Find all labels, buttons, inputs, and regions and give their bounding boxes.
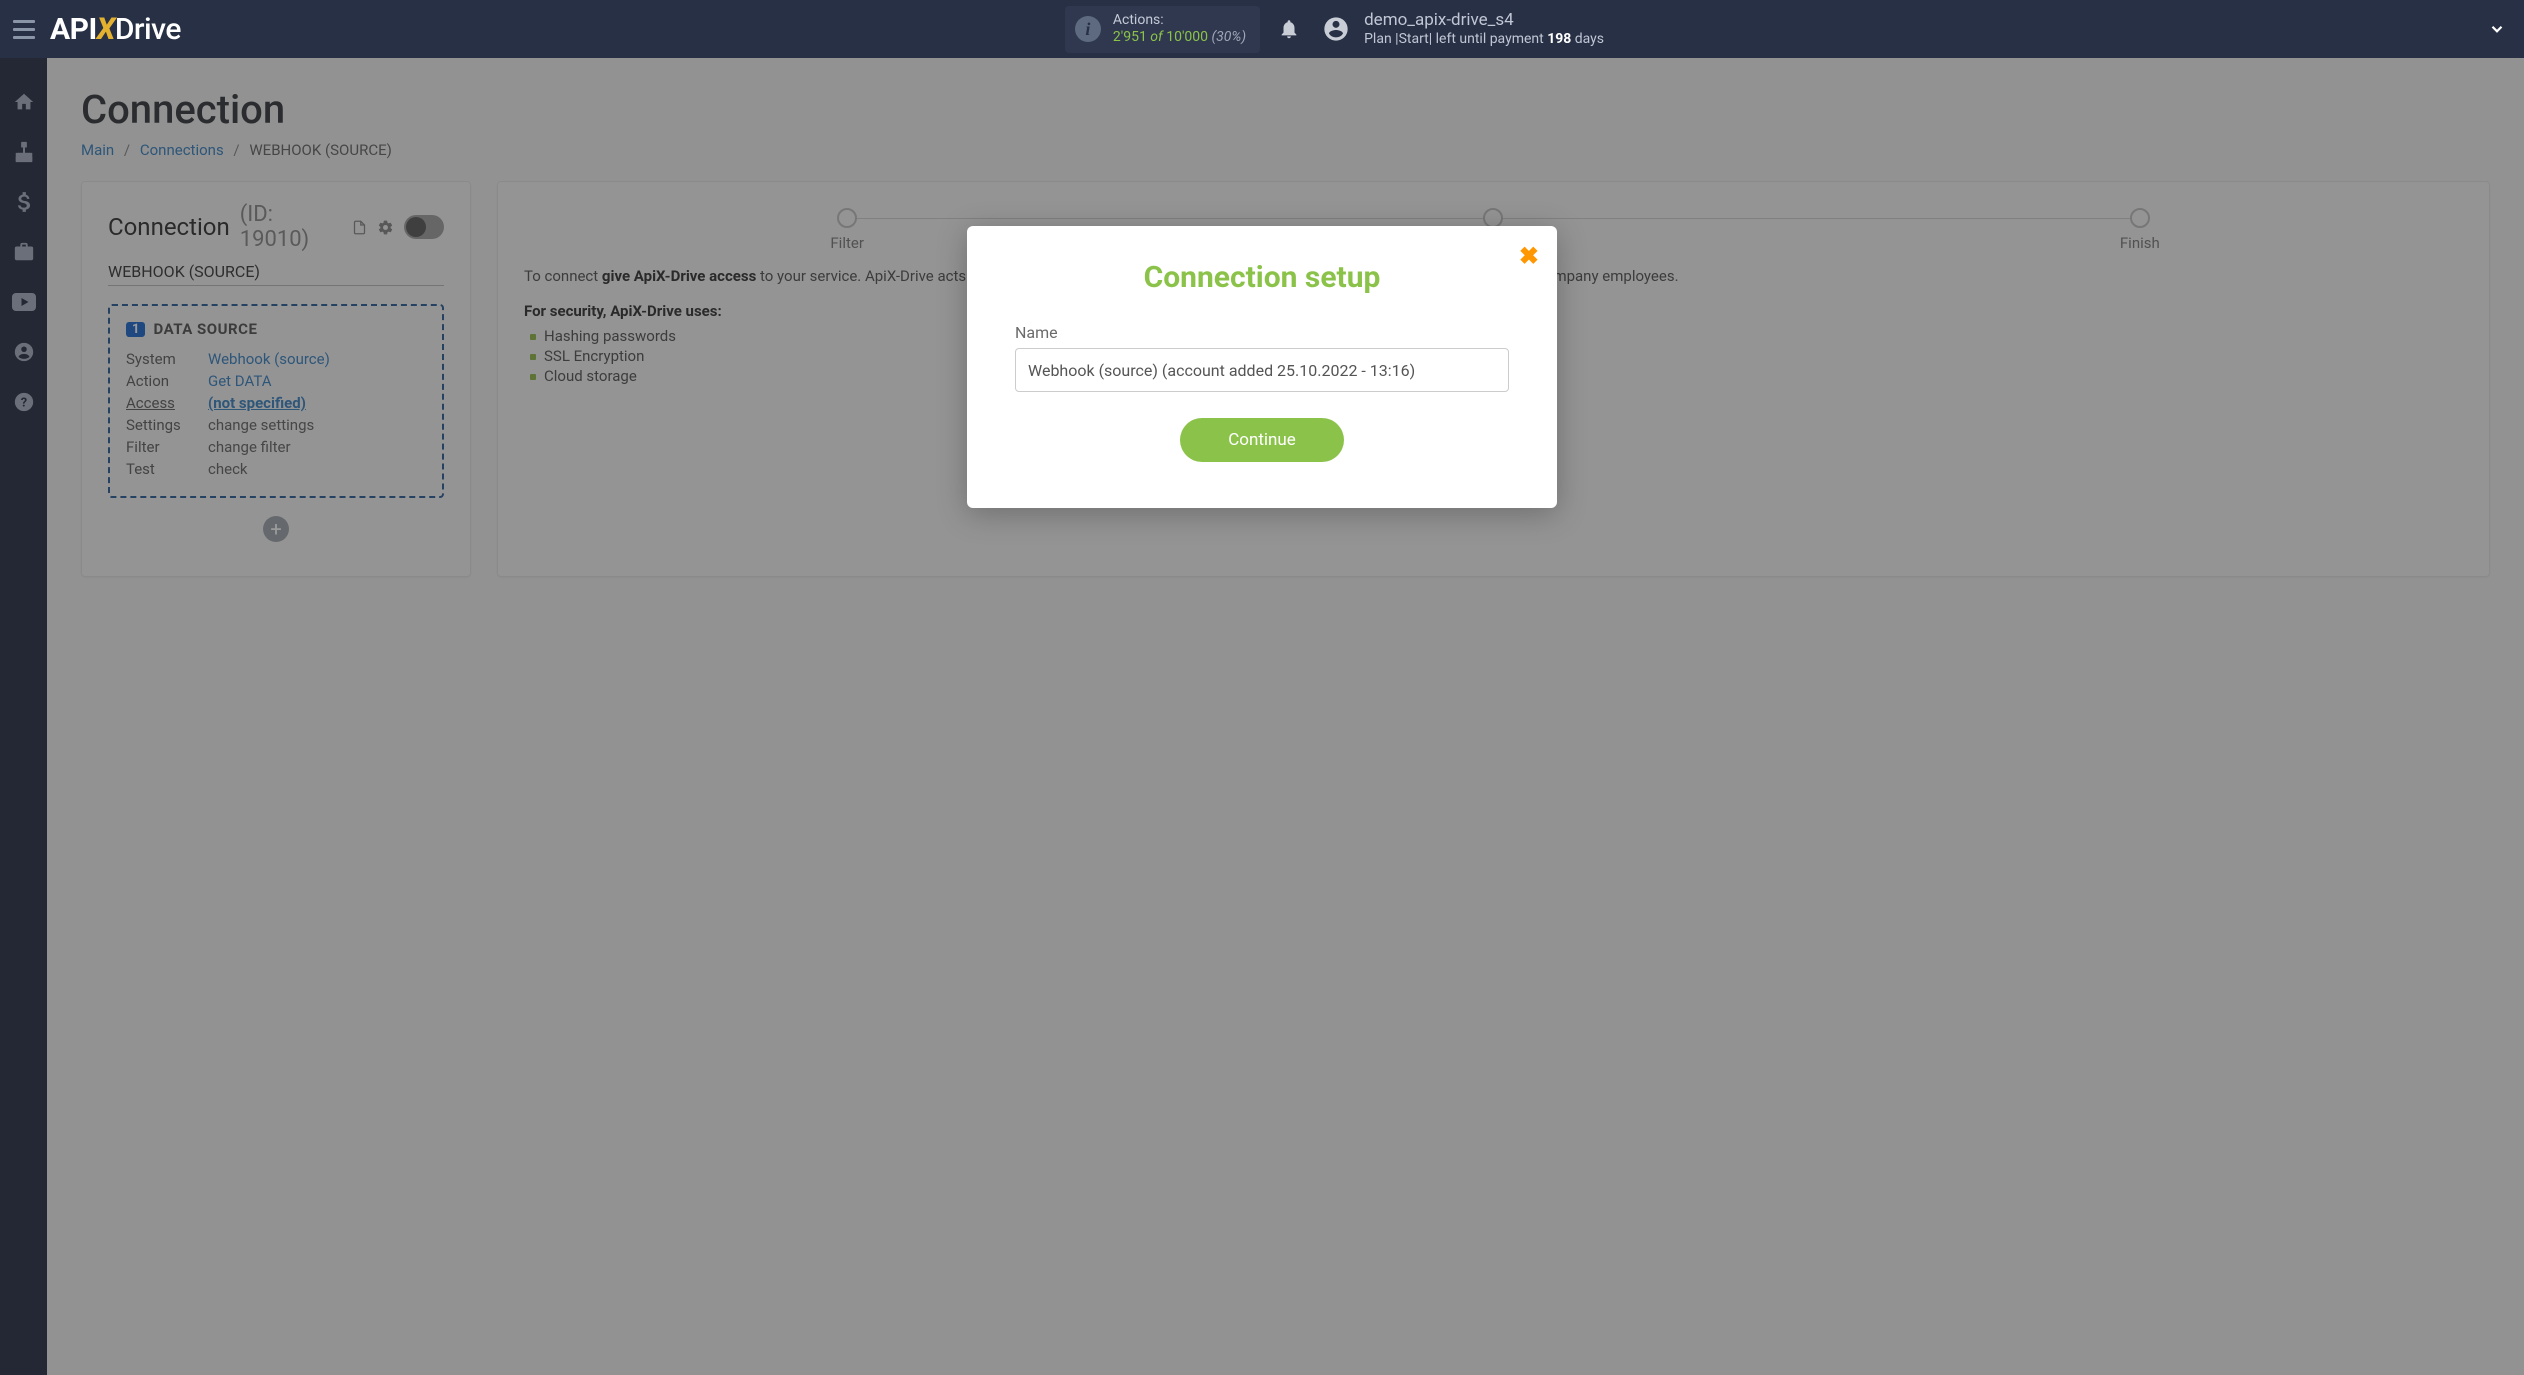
actions-label: Actions: <box>1113 12 1246 30</box>
actions-total: 10'000 <box>1166 29 1208 45</box>
close-icon[interactable]: ✖ <box>1519 242 1539 270</box>
modal-title: Connection setup <box>1015 260 1509 295</box>
actions-pct: (30%) <box>1212 29 1247 45</box>
logo-part3: Drive <box>115 12 181 47</box>
name-input[interactable] <box>1015 348 1509 392</box>
modal-overlay: ✖ Connection setup Name Continue <box>0 58 2524 1375</box>
info-icon: i <box>1075 16 1101 42</box>
actions-of: of <box>1150 29 1166 45</box>
actions-count: 2'951 <box>1113 29 1147 45</box>
plan-info: Plan |Start| left until payment 198 days <box>1364 31 1604 49</box>
logo-part2: X <box>97 12 115 47</box>
user-menu[interactable]: demo_apix-drive_s4 Plan |Start| left unt… <box>1322 10 1604 49</box>
name-label: Name <box>1015 323 1509 342</box>
bell-icon[interactable] <box>1278 18 1300 40</box>
continue-button[interactable]: Continue <box>1180 418 1344 462</box>
hamburger-menu[interactable] <box>6 11 42 47</box>
username: demo_apix-drive_s4 <box>1364 10 1604 31</box>
logo[interactable]: APIXDrive <box>50 12 181 47</box>
connection-setup-modal: ✖ Connection setup Name Continue <box>967 226 1557 508</box>
chevron-down-icon[interactable] <box>2488 20 2506 38</box>
actions-counter[interactable]: i Actions: 2'951 of 10'000 (30%) <box>1065 6 1260 53</box>
logo-part1: API <box>50 12 97 47</box>
user-icon <box>1322 15 1350 43</box>
